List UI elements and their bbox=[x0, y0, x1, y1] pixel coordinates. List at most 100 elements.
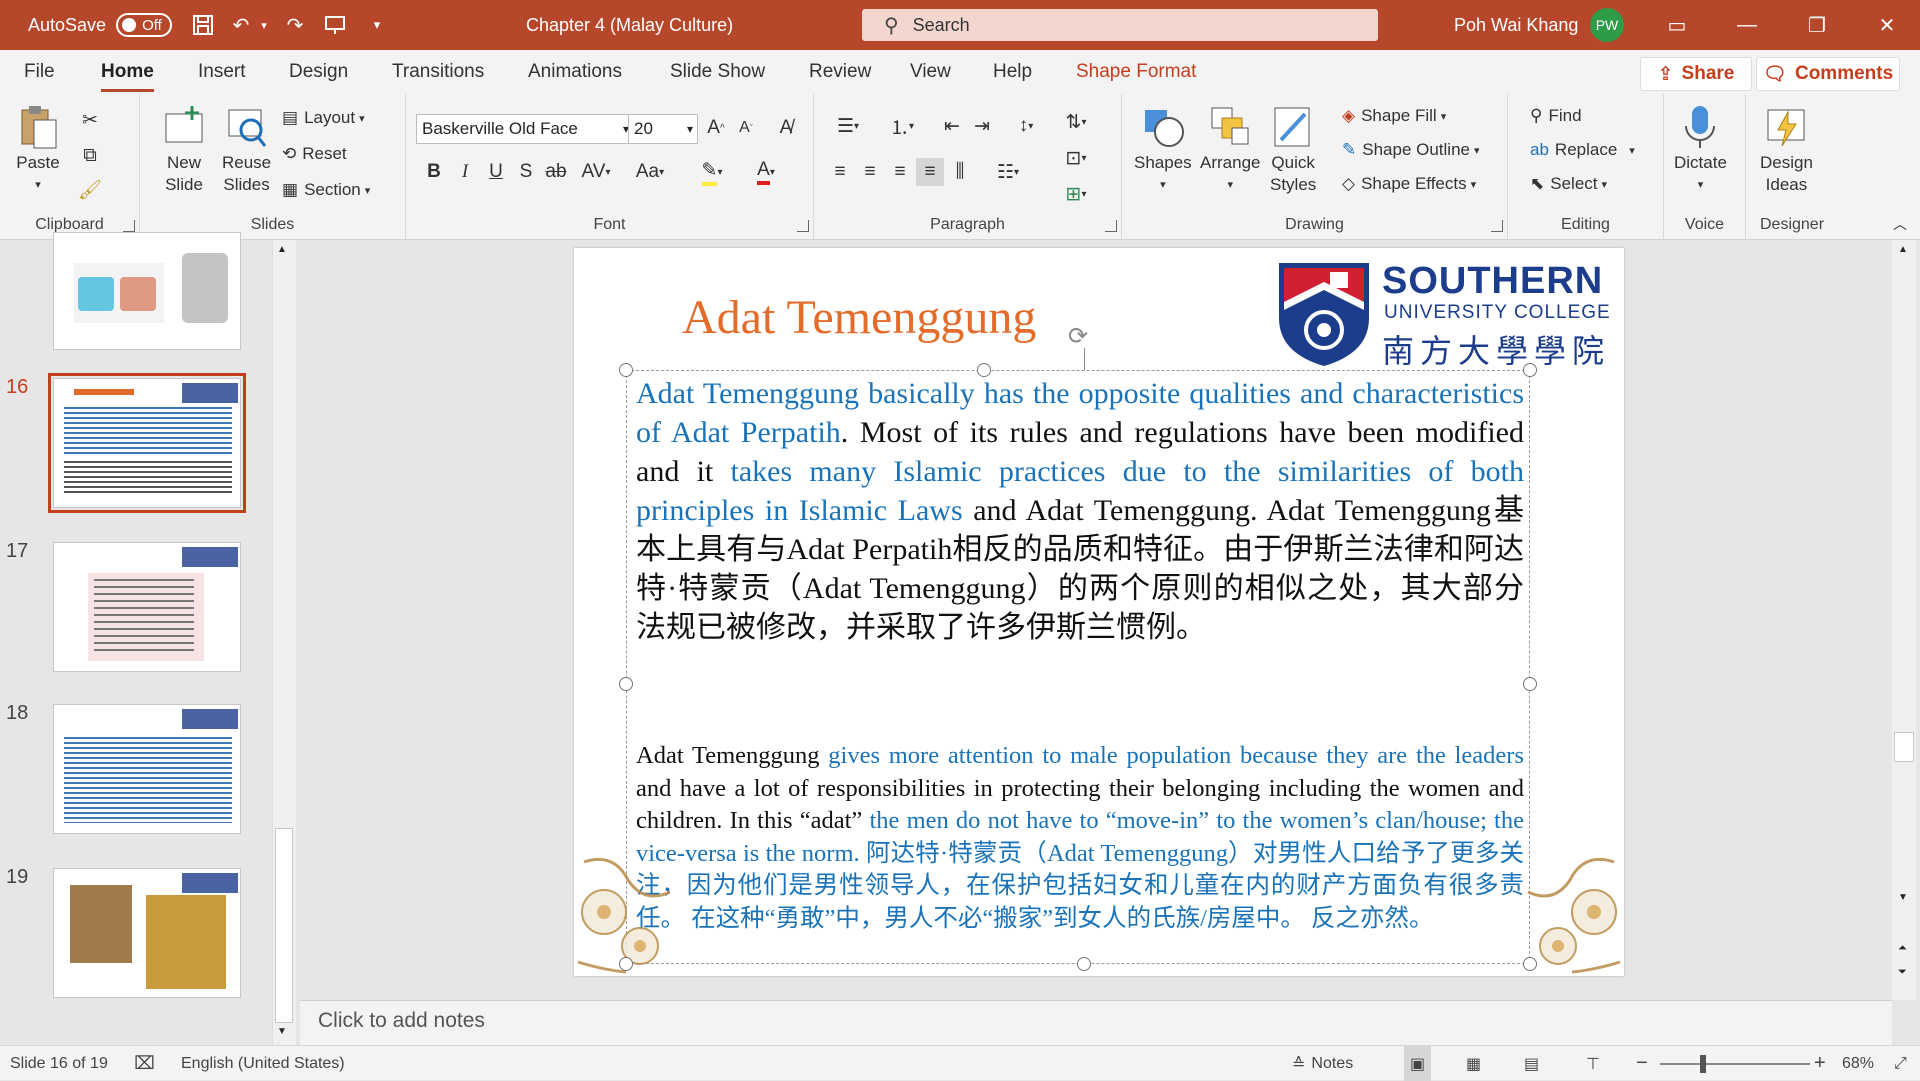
change-case-icon[interactable]: Aa ▾ bbox=[628, 158, 672, 186]
slide-thumbnail-active[interactable] bbox=[48, 373, 246, 513]
font-size-select[interactable]: 20 ▾ bbox=[628, 114, 698, 144]
shape-outline-button[interactable]: ✎ Shape Outline ▾ bbox=[1342, 140, 1480, 160]
align-center-icon[interactable]: ≡ bbox=[856, 158, 884, 186]
shapes-button[interactable]: Shapes ▾ bbox=[1134, 104, 1192, 196]
zoom-in-icon[interactable]: + bbox=[1814, 1046, 1826, 1081]
shape-fill-button[interactable]: ◈ Shape Fill ▾ bbox=[1342, 106, 1446, 126]
align-right-icon[interactable]: ≡ bbox=[886, 158, 914, 186]
find-button[interactable]: ⚲ Find bbox=[1530, 106, 1582, 126]
tab-animations[interactable]: Animations bbox=[528, 50, 622, 94]
justify-icon[interactable]: ≡ bbox=[916, 158, 944, 186]
slide-thumbnail[interactable] bbox=[53, 542, 241, 672]
paragraph-launcher-icon[interactable] bbox=[1105, 220, 1117, 232]
layout-button[interactable]: ▤ Layout ▾ bbox=[282, 108, 365, 128]
search-input[interactable]: ⚲ Search bbox=[862, 9, 1378, 41]
text-direction-icon[interactable]: ⇅ ▾ bbox=[1054, 108, 1098, 136]
rotate-handle-icon[interactable]: ⟳ bbox=[1068, 322, 1088, 351]
clear-formatting-icon[interactable]: A̸ bbox=[772, 114, 800, 142]
increase-indent-icon[interactable]: ⇥ bbox=[968, 112, 996, 140]
paragraph-english-chinese-2[interactable]: Adat Temenggung gives more attention to … bbox=[636, 740, 1524, 935]
replace-button[interactable]: ab Replace ▾ bbox=[1530, 140, 1635, 160]
copy-icon[interactable]: ⧉ bbox=[76, 142, 104, 170]
language-indicator[interactable]: English (United States) bbox=[181, 1046, 345, 1081]
autosave-control[interactable]: AutoSave Off bbox=[28, 0, 172, 50]
scroll-down-icon[interactable]: ▼ bbox=[277, 1026, 287, 1037]
tab-transitions[interactable]: Transitions bbox=[392, 50, 484, 94]
tab-shape-format[interactable]: Shape Format bbox=[1076, 50, 1196, 94]
resize-handle[interactable] bbox=[619, 957, 633, 971]
convert-to-smartart-icon[interactable]: ⊞ ▾ bbox=[1054, 180, 1098, 208]
scroll-down-icon[interactable]: ▼ bbox=[1898, 892, 1908, 903]
new-slide-button[interactable]: New Slide bbox=[162, 104, 206, 196]
bullets-icon[interactable]: ☰ ▾ bbox=[826, 112, 870, 140]
reset-button[interactable]: ⟲ Reset bbox=[282, 144, 347, 164]
resize-handle[interactable] bbox=[619, 677, 633, 691]
bold-icon[interactable]: B bbox=[420, 158, 448, 186]
paste-button[interactable]: Paste ▾ bbox=[16, 104, 60, 196]
slide-thumbnail[interactable] bbox=[53, 704, 241, 834]
notes-pane[interactable]: Click to add notes bbox=[300, 1000, 1892, 1045]
tab-file[interactable]: File bbox=[24, 50, 55, 94]
font-color-icon[interactable]: A ▾ bbox=[746, 158, 786, 186]
comments-button[interactable]: 🗨 Comments bbox=[1756, 57, 1900, 91]
notes-toggle[interactable]: ≙ Notes bbox=[1292, 1046, 1353, 1081]
section-button[interactable]: ▦ Section ▾ bbox=[282, 180, 370, 200]
decrease-indent-icon[interactable]: ⇤ bbox=[938, 112, 966, 140]
undo-icon[interactable]: ↶ bbox=[226, 10, 256, 40]
select-button[interactable]: ⬉ Select ▾ bbox=[1530, 174, 1607, 194]
reading-view-icon[interactable]: ▤ bbox=[1524, 1046, 1539, 1081]
zoom-out-icon[interactable]: − bbox=[1636, 1046, 1648, 1081]
align-text-icon[interactable]: ☷ ▾ bbox=[988, 158, 1028, 186]
slide-thumbnail[interactable] bbox=[53, 232, 241, 350]
scroll-up-icon[interactable]: ▲ bbox=[1898, 244, 1908, 255]
resize-handle[interactable] bbox=[1523, 363, 1537, 377]
close-icon[interactable]: ✕ bbox=[1852, 0, 1920, 50]
columns-icon[interactable]: ⫼ bbox=[946, 158, 974, 186]
font-launcher-icon[interactable] bbox=[797, 220, 809, 232]
resize-handle[interactable] bbox=[1077, 957, 1091, 971]
slide-sorter-icon[interactable]: ▦ bbox=[1466, 1046, 1481, 1081]
align-left-icon[interactable]: ≡ bbox=[826, 158, 854, 186]
tab-slide-show[interactable]: Slide Show bbox=[670, 50, 765, 94]
quick-styles-button[interactable]: Quick Styles bbox=[1270, 104, 1316, 196]
collapse-ribbon-icon[interactable]: ︿ bbox=[1886, 210, 1914, 238]
spell-check-icon[interactable]: ⌧ bbox=[134, 1046, 155, 1081]
align-text-vertical-icon[interactable]: ⊡ ▾ bbox=[1054, 144, 1098, 172]
share-button[interactable]: ⇪ Share bbox=[1640, 57, 1752, 91]
ribbon-display-options-icon[interactable]: ▭ bbox=[1642, 0, 1712, 50]
minimize-icon[interactable]: — bbox=[1712, 0, 1782, 50]
reuse-slides-button[interactable]: Reuse Slides bbox=[222, 104, 271, 196]
paragraph-english-chinese-1[interactable]: Adat Temenggung basically has the opposi… bbox=[636, 374, 1524, 647]
redo-icon[interactable]: ↷ bbox=[280, 10, 310, 40]
slide-thumbnail[interactable] bbox=[53, 868, 241, 998]
previous-slide-icon[interactable]: ⏶ bbox=[1898, 942, 1907, 955]
numbering-icon[interactable]: ⒈ ▾ bbox=[880, 112, 924, 140]
restore-icon[interactable]: ❐ bbox=[1782, 0, 1852, 50]
cut-icon[interactable]: ✂ bbox=[76, 106, 104, 134]
underline-icon[interactable]: U bbox=[482, 158, 510, 186]
drawing-launcher-icon[interactable] bbox=[1491, 220, 1503, 232]
resize-handle[interactable] bbox=[1523, 677, 1537, 691]
increase-font-size-icon[interactable]: A ^ bbox=[702, 114, 730, 142]
scroll-up-icon[interactable]: ▲ bbox=[277, 244, 287, 255]
text-shadow-icon[interactable]: S bbox=[512, 158, 540, 186]
customize-toolbar-icon[interactable]: ▾ bbox=[362, 10, 392, 40]
arrange-button[interactable]: Arrange ▾ bbox=[1200, 104, 1260, 196]
dictate-button[interactable]: Dictate ▾ bbox=[1674, 104, 1727, 196]
decrease-font-size-icon[interactable]: Aˇ bbox=[732, 114, 760, 142]
zoom-slider[interactable] bbox=[1660, 1046, 1810, 1081]
undo-dropdown-icon[interactable]: ▾ bbox=[256, 10, 272, 40]
design-ideas-button[interactable]: Design Ideas bbox=[1760, 104, 1813, 196]
tab-home[interactable]: Home bbox=[101, 50, 154, 94]
tab-view[interactable]: View bbox=[910, 50, 951, 94]
avatar[interactable]: PW bbox=[1590, 8, 1624, 42]
tab-help[interactable]: Help bbox=[993, 50, 1032, 94]
present-from-start-icon[interactable] bbox=[320, 10, 350, 40]
slide-show-icon[interactable]: ⊤ bbox=[1586, 1046, 1600, 1081]
next-slide-icon[interactable]: ⏷ bbox=[1898, 966, 1907, 979]
resize-handle[interactable] bbox=[1523, 957, 1537, 971]
format-painter-icon[interactable]: 🖌 bbox=[76, 176, 104, 204]
thumbnail-scrollbar[interactable]: ▲ ▼ bbox=[272, 240, 296, 1045]
clipboard-launcher-icon[interactable] bbox=[123, 220, 135, 232]
slide-title[interactable]: Adat Temenggung bbox=[682, 290, 1036, 345]
